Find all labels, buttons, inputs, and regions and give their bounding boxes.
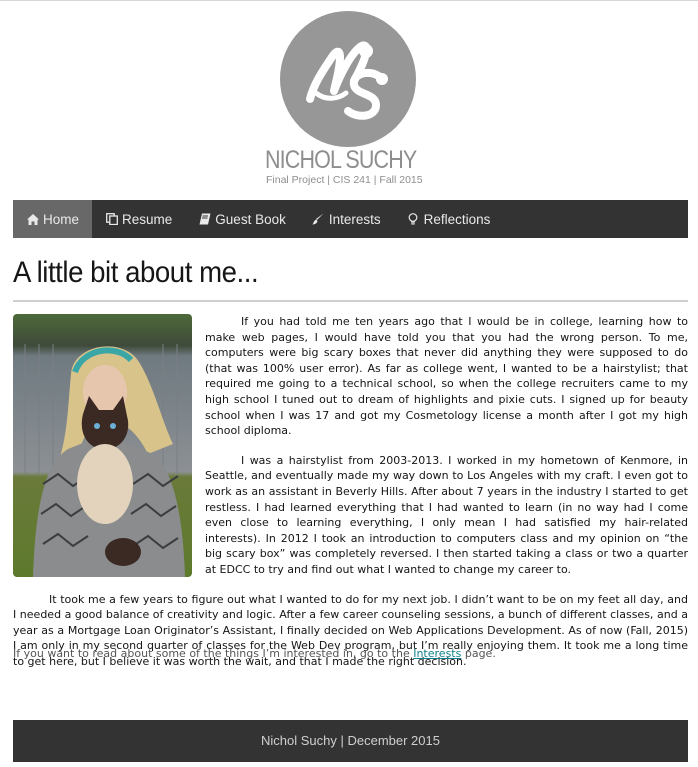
top-border bbox=[0, 0, 698, 1]
nav-item-reflections[interactable]: Reflections bbox=[394, 200, 504, 238]
nav-label: Reflections bbox=[423, 211, 491, 227]
brush-icon bbox=[312, 213, 325, 226]
lightbulb-icon bbox=[407, 212, 420, 226]
logo[interactable]: NS bbox=[280, 11, 416, 147]
site-footer: Nichol Suchy | December 2015 bbox=[13, 720, 688, 762]
nav-label: Guest Book bbox=[215, 211, 286, 227]
footer-text: Nichol Suchy | December 2015 bbox=[261, 733, 440, 748]
nav-item-home[interactable]: Home bbox=[13, 200, 93, 238]
interests-link[interactable]: Interests bbox=[413, 647, 461, 660]
home-icon bbox=[26, 213, 39, 226]
nav-label: Interests bbox=[328, 211, 381, 227]
interests-note: If you want to read about some of the th… bbox=[13, 646, 688, 661]
site-name: NICHOL SUCHY bbox=[265, 146, 417, 174]
site-header: NS NICHOL SUCHY Final Project | CIS 241 … bbox=[0, 10, 698, 190]
main-nav: Home Resume Guest Book Interests Reflect… bbox=[13, 200, 688, 238]
nav-label: Resume bbox=[122, 211, 173, 227]
note-text-end: page. bbox=[461, 647, 496, 660]
book-icon bbox=[198, 213, 211, 226]
about-article: If you had told me ten years ago that I … bbox=[13, 314, 688, 683]
site-subtitle: Final Project | CIS 241 | Fall 2015 bbox=[266, 174, 423, 186]
monogram-icon bbox=[306, 41, 388, 120]
nav-item-guest-book[interactable]: Guest Book bbox=[185, 200, 299, 238]
note-text: If you want to read about some of the th… bbox=[13, 647, 414, 660]
page-title: A little bit about me... bbox=[13, 256, 259, 289]
nav-item-interests[interactable]: Interests bbox=[299, 200, 394, 238]
nav-label: Home bbox=[43, 211, 80, 227]
copy-icon bbox=[105, 213, 118, 226]
title-divider bbox=[13, 300, 688, 302]
nav-item-resume[interactable]: Resume bbox=[92, 200, 185, 238]
